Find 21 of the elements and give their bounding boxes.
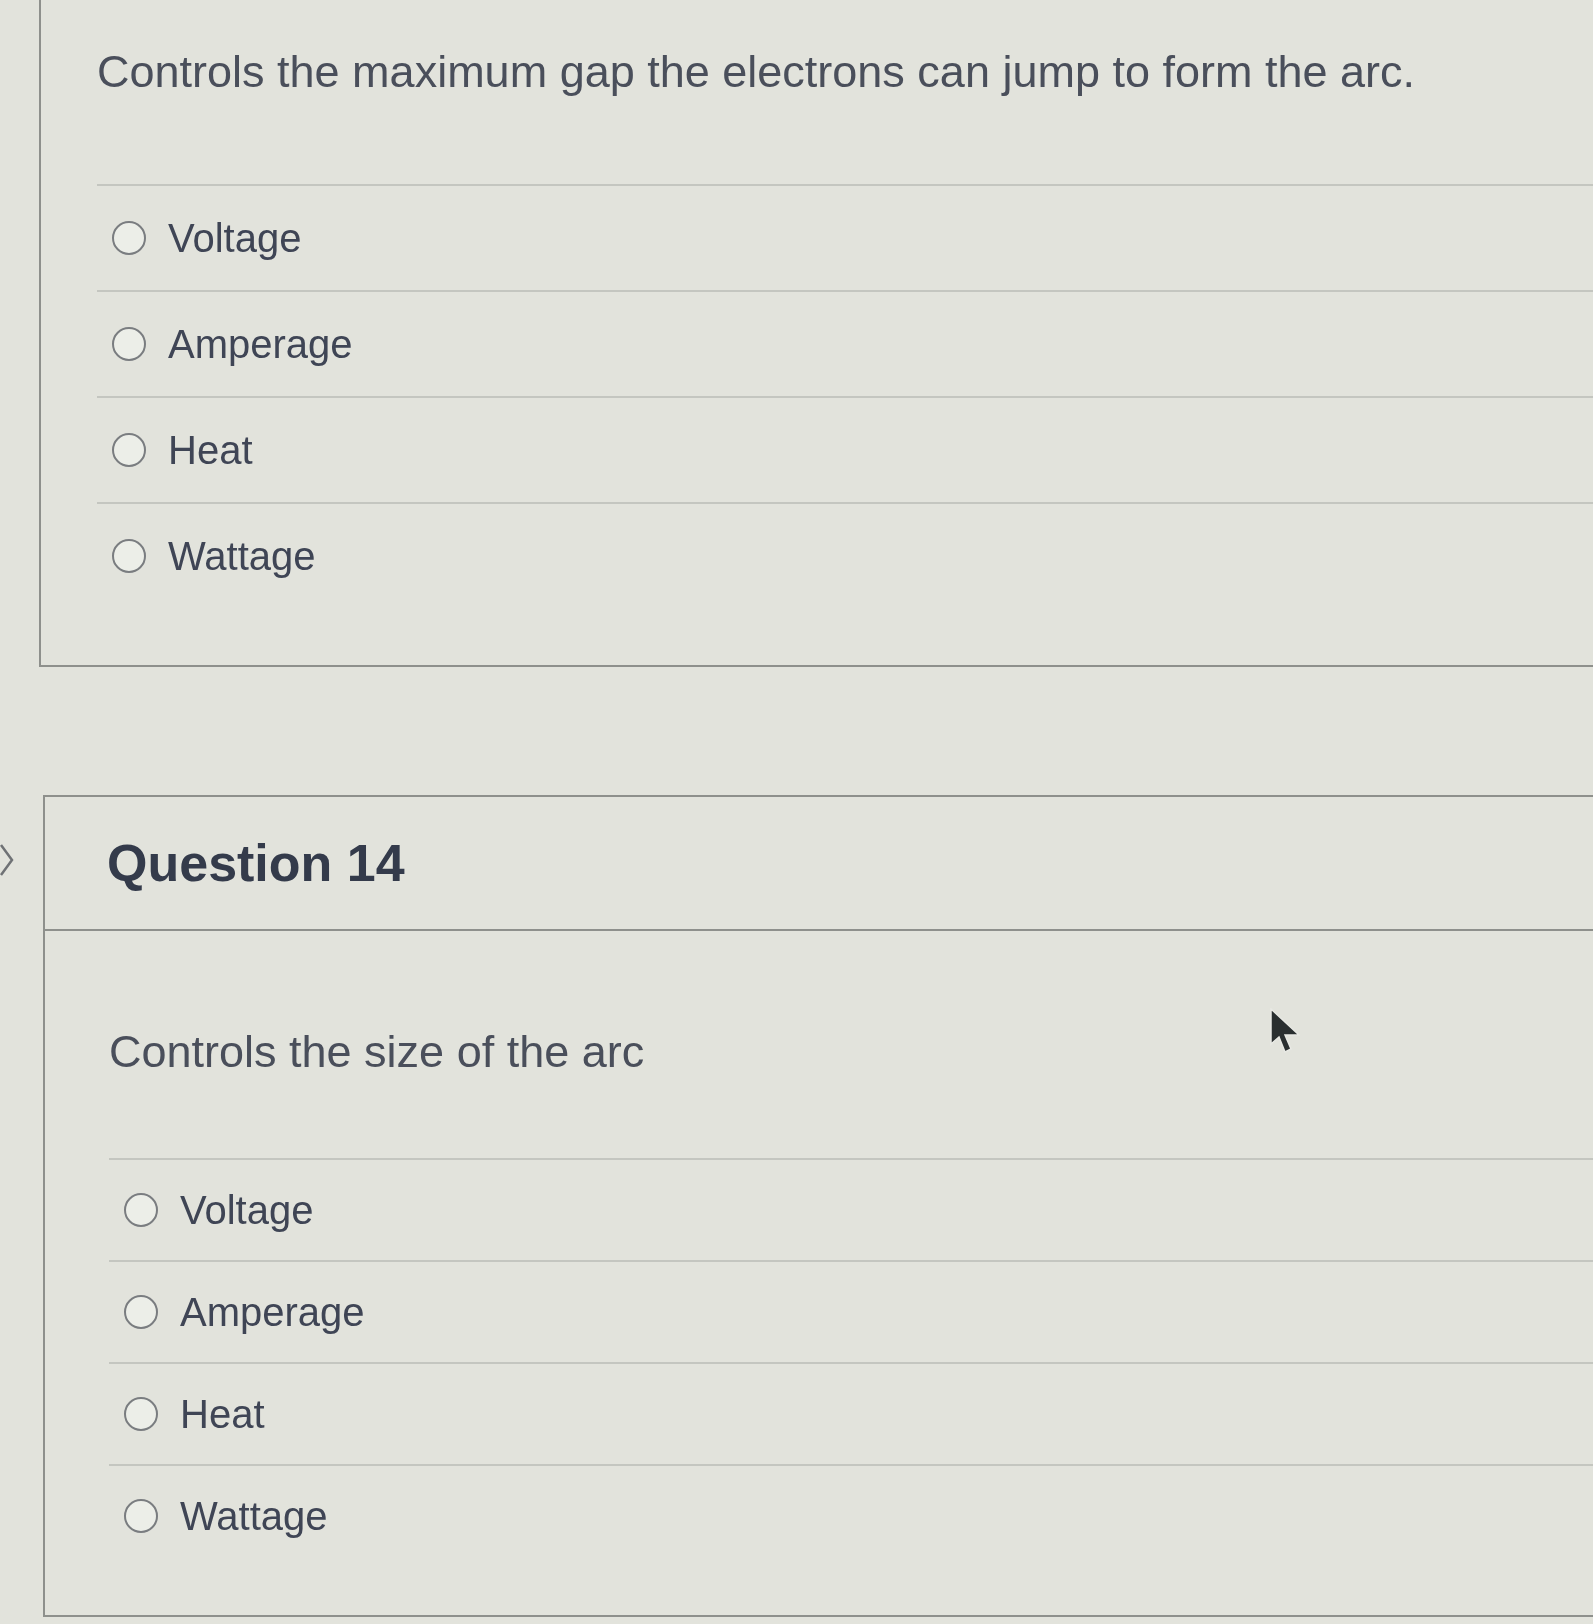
- radio-button[interactable]: [112, 539, 146, 573]
- radio-button[interactable]: [112, 221, 146, 255]
- option-label: Amperage: [180, 1289, 365, 1336]
- radio-button[interactable]: [124, 1499, 158, 1533]
- option-label: Wattage: [180, 1493, 328, 1540]
- option-label: Heat: [168, 427, 253, 474]
- radio-button[interactable]: [124, 1193, 158, 1227]
- option-label: Amperage: [168, 321, 353, 368]
- option-label: Heat: [180, 1391, 265, 1438]
- option-label: Wattage: [168, 533, 316, 580]
- question-text: Controls the maximum gap the electrons can jump to form the arc.: [97, 46, 1416, 97]
- radio-button[interactable]: [112, 433, 146, 467]
- question-text: Controls the size of the arc: [109, 1026, 645, 1077]
- option-label: Voltage: [180, 1187, 314, 1234]
- cursor-icon: [1270, 1008, 1300, 1054]
- radio-button[interactable]: [124, 1295, 158, 1329]
- chevron-right-icon[interactable]: [0, 843, 14, 877]
- radio-button[interactable]: [124, 1397, 158, 1431]
- radio-button[interactable]: [112, 327, 146, 361]
- option-label: Voltage: [168, 215, 302, 262]
- question-title: Question 14: [107, 833, 405, 893]
